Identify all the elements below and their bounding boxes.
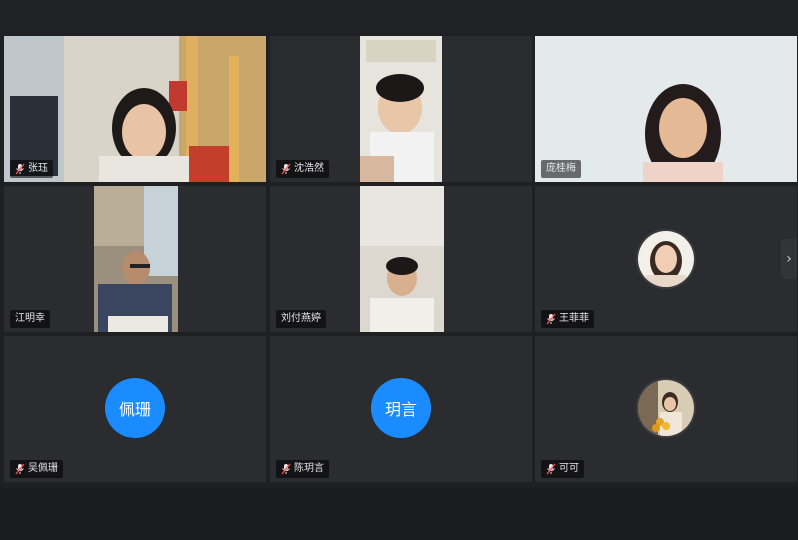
mic-off-icon xyxy=(281,463,291,475)
participant-name: 陈玥言 xyxy=(294,463,324,474)
participant-name-tag: 张珏 xyxy=(10,160,53,178)
mic-off-icon xyxy=(15,163,25,175)
participant-tile[interactable]: 庞桂梅 xyxy=(535,36,797,182)
top-bar xyxy=(0,0,798,34)
participant-name-tag: 庞桂梅 xyxy=(541,160,581,178)
participant-name-tag: 刘付燕婷 xyxy=(276,310,326,328)
participant-tile[interactable]: 沈浩然 xyxy=(270,36,532,182)
participant-video xyxy=(360,186,444,332)
participant-name-tag: 江明幸 xyxy=(10,310,50,328)
participant-tile[interactable]: 佩珊 吴佩珊 xyxy=(4,336,266,482)
mic-off-icon xyxy=(546,313,556,325)
participant-name-tag: 可可 xyxy=(541,460,584,478)
participant-name: 庞桂梅 xyxy=(546,163,576,174)
participant-name-tag: 王菲菲 xyxy=(541,310,594,328)
participant-name: 张珏 xyxy=(28,163,48,174)
avatar-text: 玥言 xyxy=(384,400,417,419)
participant-name: 刘付燕婷 xyxy=(281,313,321,324)
mic-off-icon xyxy=(546,463,556,475)
participant-tile[interactable]: 江明幸 xyxy=(4,186,266,332)
participant-video xyxy=(360,36,442,182)
avatar-text: 佩珊 xyxy=(118,400,151,419)
participant-name-tag: 沈浩然 xyxy=(276,160,329,178)
participant-name: 江明幸 xyxy=(15,313,45,324)
participant-video xyxy=(94,186,178,332)
chevron-right-icon[interactable]: › xyxy=(781,239,797,279)
participant-tile[interactable]: 可可 xyxy=(535,336,797,482)
participant-text-avatar: 佩珊 xyxy=(105,378,165,438)
participant-name-tag: 吴佩珊 xyxy=(10,460,63,478)
participant-name: 吴佩珊 xyxy=(28,463,58,474)
participant-tile[interactable]: 玥言 陈玥言 xyxy=(270,336,532,482)
participant-name-tag: 陈玥言 xyxy=(276,460,329,478)
participant-name: 沈浩然 xyxy=(294,163,324,174)
participant-name: 王菲菲 xyxy=(559,313,589,324)
participant-grid: 张珏 沈浩然 庞桂梅 江明幸 刘付燕婷 王菲菲 › 佩珊 吴佩珊 玥言 陈玥言 … xyxy=(4,36,797,484)
participant-tile[interactable]: 王菲菲 › xyxy=(535,186,797,332)
participant-tile[interactable]: 刘付燕婷 xyxy=(270,186,532,332)
mic-off-icon xyxy=(281,163,291,175)
bottom-bar xyxy=(0,488,798,540)
participant-photo-avatar xyxy=(636,229,696,289)
participant-tile[interactable]: 张珏 xyxy=(4,36,266,182)
participant-photo-avatar xyxy=(636,378,696,438)
meeting-window: 张珏 沈浩然 庞桂梅 江明幸 刘付燕婷 王菲菲 › 佩珊 吴佩珊 玥言 陈玥言 … xyxy=(0,0,798,540)
mic-off-icon xyxy=(15,463,25,475)
participant-name: 可可 xyxy=(559,463,579,474)
participant-text-avatar: 玥言 xyxy=(371,378,431,438)
